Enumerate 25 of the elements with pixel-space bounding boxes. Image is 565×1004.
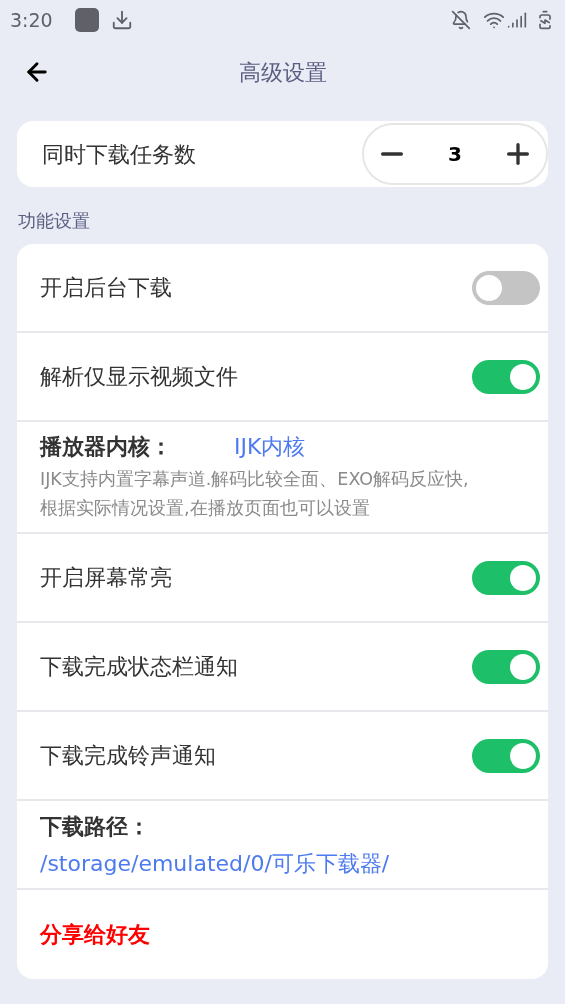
toggle-switch[interactable] — [472, 560, 540, 595]
toggle-switch[interactable] — [472, 738, 540, 773]
player-core-value[interactable]: IJK内核 — [234, 430, 306, 463]
stepper-value: 3 — [448, 141, 462, 168]
setting-label: 下载完成状态栏通知 — [40, 653, 238, 681]
setting-label: 播放器内核： — [40, 433, 173, 461]
status-time: 3:20 — [10, 7, 53, 33]
setting-label: 下载完成铃声通知 — [40, 742, 216, 770]
signal-icon — [507, 10, 527, 30]
setting-description: IJK支持内置字幕声道.解码比较全面、EXO解码反应快,根据实际情况设置,在播放页面也可以设置 — [40, 468, 470, 520]
page-title: 高级设置 — [238, 58, 327, 87]
download-path[interactable]: /storage/emulated/0/可乐下载器/ — [40, 846, 548, 880]
toggle-switch[interactable] — [472, 359, 540, 394]
section-title: 功能设置 — [18, 209, 91, 233]
bell-off-icon — [451, 10, 471, 30]
setting-label: 同时下载任务数 — [42, 140, 196, 169]
app-notification-icon — [74, 8, 99, 32]
setting-label: 开启屏幕常亮 — [40, 564, 172, 592]
setting-label: 下载路径： — [40, 812, 151, 841]
toggle-switch[interactable] — [472, 649, 540, 684]
setting-label: 解析仅显示视频文件 — [40, 363, 238, 391]
toggle-switch[interactable] — [472, 270, 540, 305]
share-link[interactable]: 分享给好友 — [40, 918, 150, 951]
download-icon — [110, 9, 133, 31]
setting-label: 开启后台下载 — [40, 274, 172, 302]
